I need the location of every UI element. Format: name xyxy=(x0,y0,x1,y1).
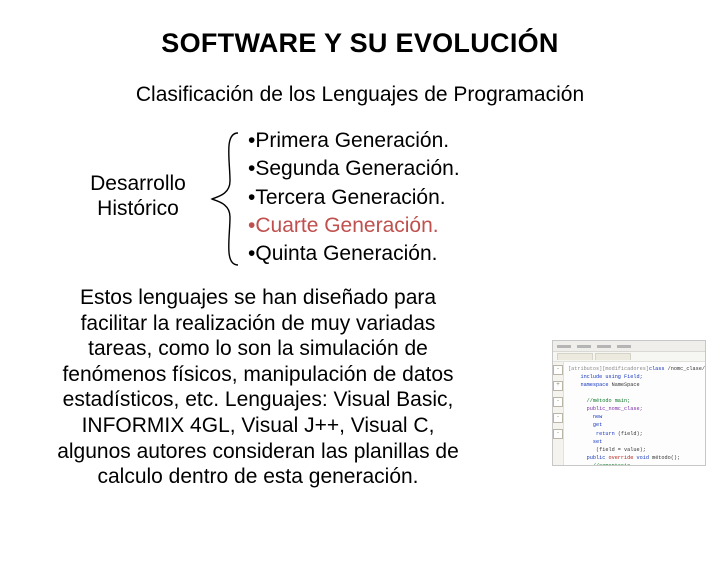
brace-icon xyxy=(210,131,240,267)
code-token: //método main; xyxy=(568,398,630,404)
category-label: Desarrollo Histórico xyxy=(78,171,198,221)
page-subtitle: Clasificación de los Lenguajes de Progra… xyxy=(0,83,720,107)
list-item-highlight: •Cuarte Generación. xyxy=(248,212,460,240)
code-editor-thumbnail: -+--- [atributos][modificadores]class /n… xyxy=(552,340,706,466)
code-token: class xyxy=(649,366,665,372)
code-token: /nomc_clase/ [:claseBase] xyxy=(665,366,706,372)
code-token: public xyxy=(568,455,605,461)
editor-tab xyxy=(595,353,631,360)
code-token: NameSpace xyxy=(608,382,639,388)
editor-menubar xyxy=(553,341,705,352)
code-token: namespace xyxy=(568,382,608,388)
code-token: método(); xyxy=(649,455,680,461)
code-token: public_nomc_clase; xyxy=(568,406,643,412)
code-token: return xyxy=(568,431,615,437)
code-token: void xyxy=(633,455,649,461)
bullet-text: Cuarte Generación. xyxy=(255,214,438,237)
editor-tab xyxy=(557,353,593,360)
code-token: set xyxy=(568,439,602,445)
editor-tabbar xyxy=(553,352,705,362)
bullet-text: Segunda Generación. xyxy=(255,157,459,180)
code-token: override xyxy=(605,455,633,461)
code-area: [atributos][modificadores]class /nomc_cl… xyxy=(564,362,706,466)
list-item: •Primera Generación. xyxy=(248,127,460,155)
description-paragraph: Estos lenguajes se han diseñado para fac… xyxy=(48,285,468,490)
code-token: include using Field; xyxy=(568,374,643,380)
code-token: new xyxy=(568,414,602,420)
list-item: •Tercera Generación. xyxy=(248,184,460,212)
diagram-row: Desarrollo Histórico •Primera Generación… xyxy=(0,125,720,275)
code-token: //comentario xyxy=(568,463,630,466)
bullet-text: Tercera Generación. xyxy=(255,186,445,209)
list-item: •Quinta Generación. xyxy=(248,240,460,268)
category-label-line2: Histórico xyxy=(97,197,179,220)
bullet-list: •Primera Generación. •Segunda Generación… xyxy=(248,127,460,269)
bullet-text: Quinta Generación. xyxy=(255,242,437,265)
page-title: SOFTWARE Y SU EVOLUCIÓN xyxy=(0,28,720,59)
code-token: [atributos][modificadores] xyxy=(568,366,649,372)
fold-gutter: -+--- xyxy=(553,362,564,466)
code-token: (field = value); xyxy=(568,447,646,453)
list-item: •Segunda Generación. xyxy=(248,155,460,183)
code-token: get xyxy=(568,422,602,428)
category-label-line1: Desarrollo xyxy=(90,172,186,195)
bullet-text: Primera Generación. xyxy=(255,129,449,152)
code-token: (field); xyxy=(615,431,643,437)
